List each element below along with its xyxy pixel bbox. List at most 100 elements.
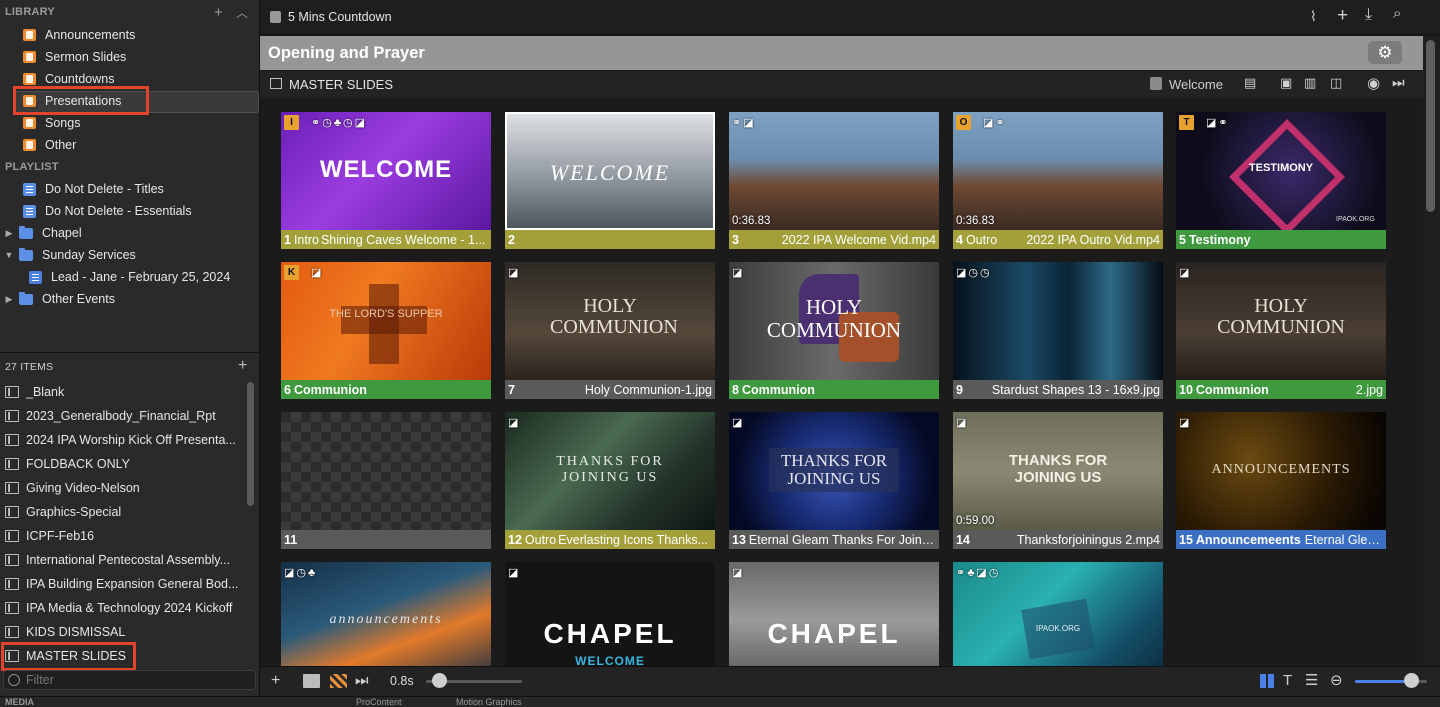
chevron-down-icon[interactable]: ▼ bbox=[3, 250, 15, 260]
chevron-right-icon[interactable]: ▶ bbox=[3, 228, 15, 239]
record-icon[interactable]: ◉ bbox=[1367, 74, 1380, 92]
slide-number: 13 bbox=[732, 532, 746, 547]
group-header[interactable]: Opening and Prayer ⚙ bbox=[260, 36, 1423, 70]
keyboard-icon[interactable]: ▤ bbox=[1244, 75, 1256, 91]
text-view-icon[interactable]: T bbox=[1283, 672, 1292, 689]
slide-name: 2022 IPA Welcome Vid.mp4 bbox=[781, 232, 936, 247]
item-row[interactable]: 2023_Generalbody_Financial_Rpt bbox=[0, 404, 243, 428]
clipboard-icon[interactable]: ▣ bbox=[1280, 75, 1292, 91]
library-icon bbox=[23, 139, 36, 151]
transition-icon[interactable] bbox=[330, 674, 347, 688]
slide-title: HOLY COMMUNION bbox=[1217, 295, 1345, 338]
filter-icon bbox=[8, 674, 20, 686]
library-item-other[interactable]: Other bbox=[0, 134, 282, 156]
zoom-slider-fill bbox=[1355, 680, 1412, 683]
item-row[interactable]: _Blank bbox=[0, 380, 243, 404]
divider bbox=[0, 352, 259, 353]
play-forward-icon[interactable]: ⏭ bbox=[1392, 74, 1405, 91]
more-options-icon[interactable]: ⊖ bbox=[1330, 671, 1343, 689]
slide-number: 1 bbox=[284, 232, 291, 247]
playlist-folder-chapel[interactable]: ▶ Chapel bbox=[0, 222, 262, 244]
filter-field[interactable]: Filter bbox=[3, 670, 256, 690]
slide-19[interactable]: IPAOK.ORG ⚭♣◪◷ bbox=[953, 562, 1163, 666]
playlist-item-essentials[interactable]: Do Not Delete - Essentials bbox=[0, 200, 282, 222]
slide-16[interactable]: announcements ◪◷♣ bbox=[281, 562, 491, 666]
item-row[interactable]: IPA Media & Technology 2024 Kickoff bbox=[0, 596, 243, 620]
grid-view-icon[interactable] bbox=[1260, 674, 1274, 688]
paperclip-icon[interactable]: ⌇ bbox=[1310, 8, 1317, 25]
arrangement-label[interactable]: Welcome bbox=[1169, 77, 1223, 92]
transition-time[interactable]: 0.8s bbox=[390, 674, 414, 688]
slide-11[interactable]: 11 bbox=[281, 412, 491, 549]
item-row[interactable]: IPA Building Expansion General Bod... bbox=[0, 572, 243, 596]
slide-12[interactable]: THANKS FOR JOINING US ◪ 12 Outro Everlasti… bbox=[505, 412, 715, 549]
presentation-icon bbox=[5, 578, 19, 590]
slide-label: Communion bbox=[293, 382, 367, 397]
playlist-folder-sunday-services[interactable]: ▼ Sunday Services bbox=[0, 244, 262, 266]
add-item-icon[interactable]: + bbox=[238, 357, 247, 375]
item-row[interactable]: FOLDBACK ONLY bbox=[0, 452, 243, 476]
grid-scrollbar-thumb[interactable] bbox=[1426, 40, 1435, 212]
item-row[interactable]: ICPF-Feb16 bbox=[0, 524, 243, 548]
settings-gear-icon[interactable]: ⚙ bbox=[1368, 41, 1402, 64]
slide-9[interactable]: ◪◷◷ 9 Stardust Shapes 13 - 16x9.jpg bbox=[953, 262, 1163, 399]
item-row[interactable]: Graphics-Special bbox=[0, 500, 243, 524]
add-slide-icon[interactable]: + bbox=[271, 672, 280, 690]
chevron-right-icon[interactable]: ▶ bbox=[3, 294, 15, 305]
playlist-folder-other-events[interactable]: ▶ Other Events bbox=[0, 288, 262, 310]
slide-5[interactable]: TESTIMONY IPAOK.ORG ◪⚭ T 5 Testimony bbox=[1176, 112, 1386, 249]
slide-15[interactable]: ANNOUNCEMENTS ◪ 15 Announcemeents Eternal … bbox=[1176, 412, 1386, 549]
search-icon[interactable]: ⌕ bbox=[1393, 5, 1401, 22]
slide-number: 2 bbox=[508, 232, 515, 247]
playlist-header: PLAYLIST bbox=[5, 161, 59, 173]
slide-17[interactable]: CHAPEL WELCOME ◪ bbox=[505, 562, 715, 666]
item-row[interactable]: 2024 IPA Worship Kick Off Presenta... bbox=[0, 428, 243, 452]
slide-13[interactable]: THANKS FOR JOINING US ◪ 13 Eternal Gleam … bbox=[729, 412, 939, 549]
slide-action-icons: ◪⚭ bbox=[1206, 117, 1230, 129]
slide-14[interactable]: THANKS FOR JOINING US ◪ 0:59.00 14 Thanks… bbox=[953, 412, 1163, 549]
items-scrollbar[interactable] bbox=[247, 382, 254, 506]
list-view-icon[interactable]: ☰ bbox=[1305, 671, 1318, 689]
library-item-announcements[interactable]: Announcements bbox=[0, 24, 282, 46]
slide-caption: 6 Communion bbox=[281, 380, 491, 399]
video-duration: 0:59.00 bbox=[956, 515, 995, 527]
media-strip: MEDIA ProContent Motion Graphics bbox=[0, 696, 1440, 707]
slide-18[interactable]: CHAPEL ◪ bbox=[729, 562, 939, 666]
collapse-library-icon[interactable]: ︿ bbox=[236, 4, 248, 21]
slide-6[interactable]: THE LORD'S SUPPER ◪ K 6 Communion bbox=[281, 262, 491, 399]
playlist-item-titles[interactable]: Do Not Delete - Titles bbox=[0, 178, 282, 200]
slide-10[interactable]: HOLY COMMUNION ◪ 10 Communion 2.jpg bbox=[1176, 262, 1386, 399]
slide-title: THANKS FOR JOINING US bbox=[780, 451, 888, 488]
item-row[interactable]: International Pentecostal Assembly... bbox=[0, 548, 243, 572]
slide-3[interactable]: ⚭◪ 0:36.83 3 2022 IPA Welcome Vid.mp4 bbox=[729, 112, 939, 249]
slide-1[interactable]: WELCOME ⚭◷♣◷◪ I 1 Intro Shining Caves Welc… bbox=[281, 112, 491, 249]
layout-split-icon[interactable] bbox=[303, 674, 320, 688]
layers-icon[interactable]: ▥ bbox=[1304, 75, 1316, 91]
compare-icon[interactable]: ◫ bbox=[1330, 75, 1342, 91]
add-icon[interactable]: + bbox=[1337, 5, 1348, 27]
slide-name: 2.jpg bbox=[1355, 382, 1383, 397]
add-library-icon[interactable]: + bbox=[214, 4, 223, 21]
slide-4[interactable]: ◪⚭ O 0:36.83 4 Outro 2022 IPA Outro Vid.mp… bbox=[953, 112, 1163, 249]
slide-title: THANKS FOR JOINING US bbox=[1008, 452, 1108, 486]
transition-slider-knob[interactable] bbox=[432, 673, 447, 688]
play-next-icon[interactable]: ⏭ bbox=[355, 672, 369, 689]
slide-7[interactable]: HOLY COMMUNION ◪ 7 Holy Communion-1.jpg bbox=[505, 262, 715, 399]
item-row[interactable]: Giving Video-Nelson bbox=[0, 476, 243, 500]
slide-number: 5 bbox=[1179, 232, 1186, 247]
slide-thumbnail: TESTIMONY IPAOK.ORG ◪⚭ T bbox=[1176, 112, 1386, 230]
slide-thumbnail: WELCOME bbox=[505, 112, 715, 230]
slide-name: Everlasting Icons Thanks... bbox=[558, 532, 709, 547]
download-icon[interactable]: ⤓ bbox=[1365, 6, 1372, 24]
topbar-title: 5 Mins Countdown bbox=[288, 10, 392, 24]
library-item-sermon-slides[interactable]: Sermon Slides bbox=[0, 46, 282, 68]
slide-2[interactable]: WELCOME 2 bbox=[505, 112, 715, 249]
playlist-item-lead-jane[interactable]: Lead - Jane - February 25, 2024 bbox=[0, 266, 288, 288]
presentation-icon bbox=[5, 482, 19, 494]
item-row[interactable]: KIDS DISMISSAL bbox=[0, 620, 243, 644]
zoom-slider-knob[interactable] bbox=[1404, 673, 1420, 688]
library-item-songs[interactable]: Songs bbox=[0, 112, 282, 134]
slide-8[interactable]: HOLY COMMUNION ◪ 8 Communion bbox=[729, 262, 939, 399]
slide-label: Testimony bbox=[1188, 232, 1251, 247]
hotkey-badge: I bbox=[284, 115, 299, 130]
